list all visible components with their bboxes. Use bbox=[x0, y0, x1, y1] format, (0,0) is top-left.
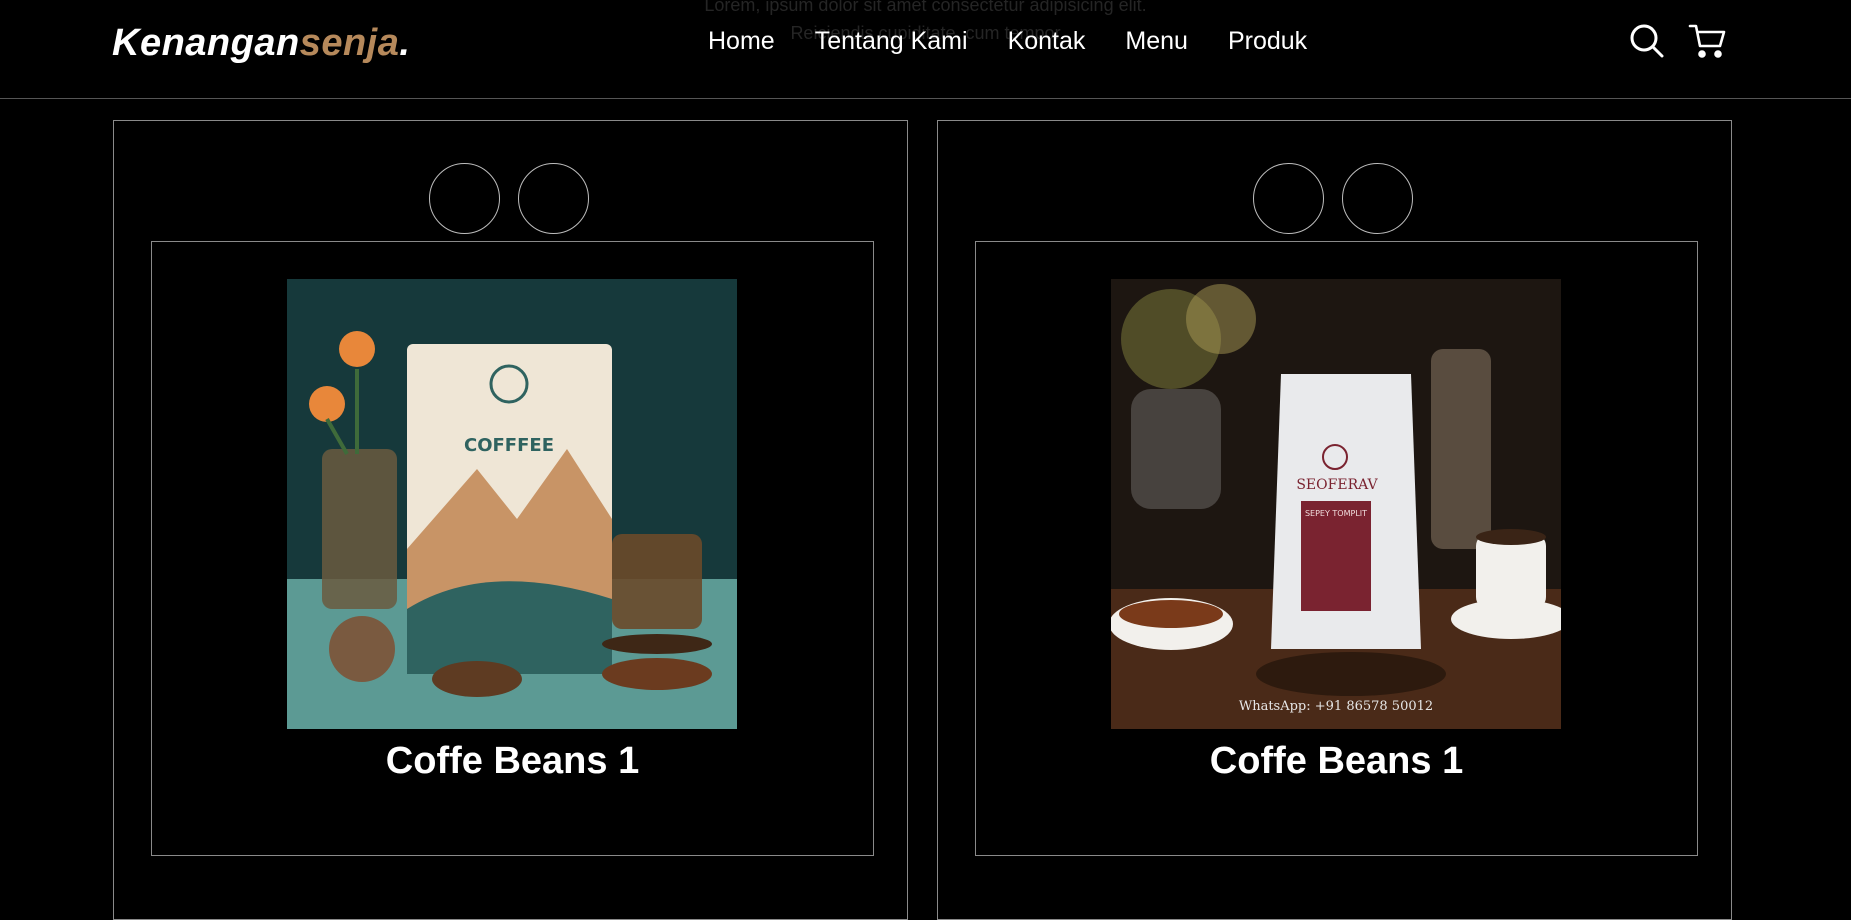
logo-dot: . bbox=[399, 22, 411, 64]
nav-kontak[interactable]: Kontak bbox=[1008, 24, 1086, 58]
package-label: SEPEY TOMPLIT bbox=[1305, 509, 1367, 518]
card-buttons bbox=[429, 163, 589, 234]
package-brand: SEOFERAV bbox=[1296, 477, 1378, 493]
product-content: COFFFEE Coffe Beans 1 bbox=[151, 241, 874, 856]
nav-home[interactable]: Home bbox=[708, 24, 775, 58]
product-title: Coffe Beans 1 bbox=[1209, 740, 1464, 782]
circle-button[interactable] bbox=[429, 163, 500, 234]
package-text: COFFFEE bbox=[464, 435, 554, 456]
search-icon[interactable] bbox=[1628, 22, 1666, 60]
nav-tentang-kami[interactable]: Tentang Kami bbox=[815, 24, 968, 58]
site-header: Kenangansenja. Home Tentang Kami Kontak … bbox=[0, 0, 1851, 99]
circle-button[interactable] bbox=[518, 163, 589, 234]
circle-button[interactable] bbox=[1342, 163, 1413, 234]
circle-button[interactable] bbox=[1253, 163, 1324, 234]
nav-produk[interactable]: Produk bbox=[1228, 24, 1307, 58]
product-image[interactable]: SEOFERAV SEPEY TOMPLIT WhatsApp: +91 865… bbox=[1111, 279, 1561, 729]
photo-caption: WhatsApp: +91 86578 50012 bbox=[1239, 699, 1433, 714]
header-icons bbox=[1628, 22, 1726, 60]
nav-menu[interactable]: Menu bbox=[1125, 24, 1188, 58]
product-content: SEOFERAV SEPEY TOMPLIT WhatsApp: +91 865… bbox=[975, 241, 1698, 856]
logo-part-2: senja bbox=[299, 22, 400, 64]
site-logo[interactable]: Kenangansenja. bbox=[112, 22, 410, 65]
product-title: Coffe Beans 1 bbox=[385, 740, 640, 782]
logo-part-1: Kenangan bbox=[112, 22, 300, 64]
main-nav: Home Tentang Kami Kontak Menu Produk bbox=[708, 24, 1347, 58]
card-buttons bbox=[1253, 163, 1413, 234]
cart-icon[interactable] bbox=[1688, 22, 1726, 60]
product-image[interactable]: COFFFEE bbox=[287, 279, 737, 729]
product-card: COFFFEE Coffe Beans 1 bbox=[113, 120, 908, 920]
product-card: SEOFERAV SEPEY TOMPLIT WhatsApp: +91 865… bbox=[937, 120, 1732, 920]
